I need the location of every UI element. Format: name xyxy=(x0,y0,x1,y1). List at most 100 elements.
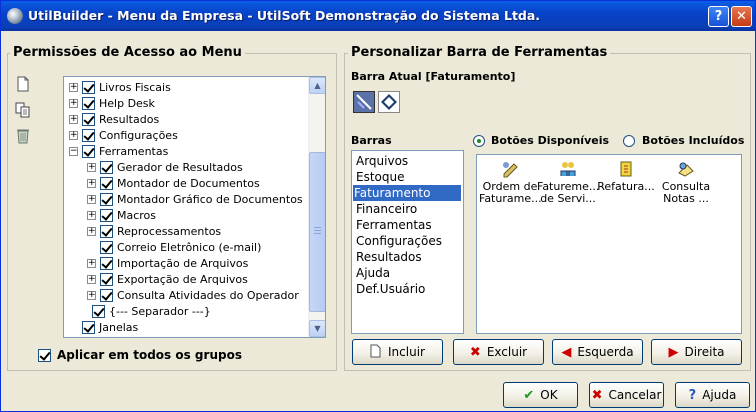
tree-item-checkbox[interactable] xyxy=(92,304,105,318)
scroll-up-arrow-icon[interactable]: ▲ xyxy=(309,77,325,94)
tree-item[interactable]: + Configurações xyxy=(69,127,178,143)
tree-item-checkbox[interactable] xyxy=(100,176,113,190)
bars-list-item[interactable]: Financeiro xyxy=(355,201,418,217)
apply-all-check[interactable] xyxy=(38,348,51,362)
left-button[interactable]: ◀ Esquerda xyxy=(552,339,643,365)
tree-item[interactable]: {--- Separador ---} xyxy=(92,303,211,319)
button-tile-service-billing[interactable]: Fatureme... de Servi... xyxy=(537,160,599,205)
tree-item[interactable]: + Gerador de Resultados xyxy=(87,159,243,175)
tree-item[interactable]: − Ferramentas xyxy=(69,143,168,159)
expand-plus-icon[interactable]: + xyxy=(87,258,96,268)
button-tile-order[interactable]: Ordem de Faturame... xyxy=(479,160,542,205)
copy-icon[interactable] xyxy=(13,101,33,121)
tree-item-label: Configurações xyxy=(99,128,178,142)
tree-item-checkbox[interactable] xyxy=(100,256,113,270)
tree-item[interactable]: Janelas xyxy=(69,319,138,335)
expand-plus-icon[interactable]: + xyxy=(69,98,78,108)
tree-item-checkbox[interactable] xyxy=(100,272,113,286)
bars-list-item[interactable]: Ajuda xyxy=(355,265,391,281)
ok-button[interactable]: ✔ OK xyxy=(503,382,578,408)
tree-item-label: Ferramentas xyxy=(99,144,169,158)
collapse-minus-icon[interactable]: − xyxy=(69,146,78,156)
expand-plus-icon[interactable]: + xyxy=(69,130,78,140)
tree-item[interactable]: + Montador de Documentos xyxy=(87,175,260,191)
tree-item-checkbox[interactable] xyxy=(82,80,95,94)
expand-plus-icon[interactable]: + xyxy=(87,290,96,300)
scroll-thumb[interactable] xyxy=(309,152,325,312)
button-tile-rebilling[interactable]: Refatura... xyxy=(595,160,657,193)
tree-item-checkbox[interactable] xyxy=(100,288,113,302)
tree-item[interactable]: + Reprocessamentos xyxy=(87,223,221,239)
tree-item-label: {--- Separador ---} xyxy=(109,304,211,318)
button-tile-query-notes[interactable]: Consulta Notas ... xyxy=(655,160,717,205)
new-document-icon[interactable] xyxy=(13,76,33,96)
tree-item-checkbox[interactable] xyxy=(100,224,113,238)
delete-button[interactable]: ✖ Excluir xyxy=(453,339,544,365)
expand-plus-icon[interactable]: + xyxy=(87,226,96,236)
radio-included[interactable] xyxy=(623,135,635,147)
title-bar[interactable]: UtilBuilder - Menu da Empresa - UtilSoft… xyxy=(1,1,755,31)
cancel-x-icon: ✖ xyxy=(591,387,603,403)
trash-icon[interactable] xyxy=(13,126,33,146)
tree-item-checkbox[interactable] xyxy=(82,112,95,126)
expand-plus-icon[interactable]: + xyxy=(87,274,96,284)
tree-item[interactable]: + Resultados xyxy=(69,111,159,127)
bars-list-item[interactable]: Faturamento xyxy=(353,185,461,201)
radio-available[interactable] xyxy=(473,135,485,147)
tree-scrollbar[interactable]: ▲ ▼ xyxy=(308,77,325,337)
query-notes-icon xyxy=(678,162,694,177)
tree-item-checkbox[interactable] xyxy=(82,320,95,334)
expand-plus-icon[interactable]: + xyxy=(87,178,96,188)
permissions-tree[interactable]: Janelas {--- Separador ---} + Consulta Ativ… xyxy=(63,76,326,338)
tree-item[interactable]: + Consulta Atividades do Operador xyxy=(87,287,299,303)
bars-list-item[interactable]: Resultados xyxy=(355,249,423,265)
cancel-button[interactable]: ✖ Cancelar xyxy=(589,382,664,408)
help-button[interactable]: ? Ajuda xyxy=(675,382,750,408)
tree-item-checkbox[interactable] xyxy=(100,160,113,174)
right-button[interactable]: ▶ Direita xyxy=(651,339,742,365)
expand-plus-icon[interactable]: + xyxy=(69,82,78,92)
bars-list[interactable]: Arquivos Estoque Faturamento Financeiro Ferr… xyxy=(351,150,464,334)
apply-all-label: Aplicar em todos os grupos xyxy=(57,348,242,362)
radio-available-label[interactable]: Botões Disponíveis xyxy=(491,134,609,147)
new-document-icon xyxy=(370,344,382,361)
tree-item-checkbox[interactable] xyxy=(100,208,113,222)
current-bar-button-2[interactable] xyxy=(378,91,400,113)
tree-item-checkbox[interactable] xyxy=(82,144,95,158)
tree-item[interactable]: + Montador Gráfico de Documentos xyxy=(87,191,303,207)
bars-list-item[interactable]: Ferramentas xyxy=(355,217,433,233)
tree-item-checkbox[interactable] xyxy=(82,128,95,142)
apply-all-checkbox[interactable]: Aplicar em todos os grupos xyxy=(38,348,242,362)
tree-item-checkbox[interactable] xyxy=(100,192,113,206)
radio-included-label[interactable]: Botões Incluídos xyxy=(642,134,744,147)
expand-plus-icon[interactable]: + xyxy=(87,162,96,172)
tree-item[interactable]: + Help Desk xyxy=(69,95,155,111)
include-button[interactable]: Incluir xyxy=(352,339,443,365)
bars-list-item[interactable]: Arquivos xyxy=(355,153,409,169)
tree-item-label: Reprocessamentos xyxy=(117,224,222,238)
tree-item[interactable]: Correio Eletrônico (e-mail) xyxy=(87,239,261,255)
expand-plus-icon[interactable]: + xyxy=(87,210,96,220)
tree-item[interactable]: + Livros Fiscais xyxy=(69,79,171,95)
tree-item[interactable]: + Importação de Arquivos xyxy=(87,255,248,271)
tree-item-checkbox[interactable] xyxy=(100,240,113,254)
expand-plus-icon[interactable]: + xyxy=(69,114,78,124)
document-edit-icon xyxy=(356,94,372,110)
bars-list-item[interactable]: Estoque xyxy=(355,169,406,185)
tree-item-label: Macros xyxy=(117,208,157,222)
tree-item-checkbox[interactable] xyxy=(82,96,95,110)
help-title-button[interactable]: ? xyxy=(708,6,729,27)
bars-list-item[interactable]: Def.Usuário xyxy=(355,281,426,297)
tree-item-label: Livros Fiscais xyxy=(99,80,171,94)
tree-item-label: Montador Gráfico de Documentos xyxy=(117,192,303,206)
tree-item[interactable]: + Macros xyxy=(87,207,156,223)
main-window: UtilBuilder - Menu da Empresa - UtilSoft… xyxy=(0,0,756,412)
scroll-down-arrow-icon[interactable]: ▼ xyxy=(309,320,325,337)
tree-item[interactable]: + Exportação de Arquivos xyxy=(87,271,248,287)
bars-list-item[interactable]: Configurações xyxy=(355,233,443,249)
checkmark-icon: ✔ xyxy=(523,387,535,403)
expand-plus-icon[interactable]: + xyxy=(87,194,96,204)
available-buttons-list[interactable]: Ordem de Faturame... Fatureme... de Serv… xyxy=(476,154,742,334)
current-bar-button-1[interactable] xyxy=(353,91,375,113)
close-button[interactable]: ✕ xyxy=(731,6,752,27)
